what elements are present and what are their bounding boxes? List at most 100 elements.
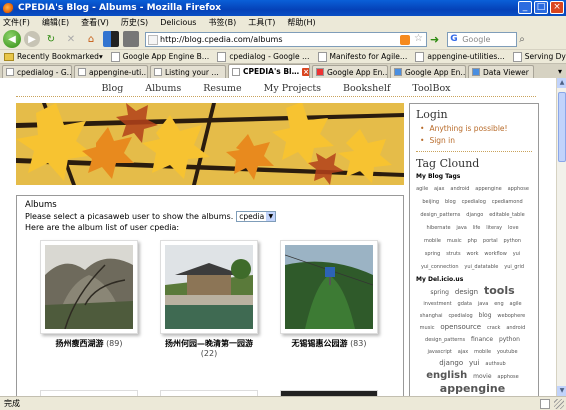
blog-tag-link[interactable]: music [447,238,462,244]
delicious-tag-link[interactable]: ajax [458,349,468,355]
minimize-button[interactable]: _ [518,1,532,14]
bookmark-item[interactable]: appengine-utilities… [415,51,505,62]
delicious-tag-link[interactable]: english [426,370,467,381]
delicious-tag-link[interactable]: spring [430,289,449,296]
delicious-tag-link[interactable]: django [439,359,463,367]
blog-tag-link[interactable]: yui_datatable [464,264,498,270]
menu-view[interactable]: 查看(V) [81,17,109,28]
scroll-up-icon[interactable]: ▲ [557,78,566,88]
delicious-tag-link[interactable]: tools [484,284,515,297]
blog-tag-link[interactable]: mobile [424,238,441,244]
delicious-tag-link[interactable]: movie [473,373,491,380]
blog-tag-link[interactable]: beijing [422,199,439,205]
bookmark-item[interactable]: Recently Bookmarked ▾ [4,52,103,61]
delicious-tag-link[interactable]: android [506,325,525,331]
bookmark-item[interactable]: Serving Dynamic Ima… [512,51,566,62]
delicious-tag-link[interactable]: opensource [440,323,481,331]
blog-tag-link[interactable]: cpediamond [492,199,523,205]
blog-tag-link[interactable]: work [466,251,478,257]
blog-tag-link[interactable]: ajax [434,186,444,192]
blog-tag-link[interactable]: hibernate [426,225,450,231]
blog-tag-link[interactable]: love [508,225,518,231]
tab[interactable]: appengine-uti… [74,65,148,78]
delicious-tag-link[interactable]: yui [469,359,480,367]
delicious-tag-link[interactable]: mobile [474,349,491,355]
nav-bookshelf[interactable]: Bookshelf [343,81,390,96]
delicious-tag-link[interactable]: javascript [427,349,451,355]
bookmark-star-icon[interactable]: ☆ [414,33,423,44]
delicious-tag-link[interactable]: blog [479,312,492,319]
delicious-tag-link[interactable]: apphose [497,374,518,380]
user-select[interactable]: cpedia ▼ [236,211,277,222]
blog-tag-link[interactable]: yui [513,251,521,257]
menu-file[interactable]: 文件(F) [3,17,30,28]
blog-tag-link[interactable]: spring [425,251,441,257]
list-all-tabs-icon[interactable]: ▾ [558,67,562,76]
nav-toolbox[interactable]: ToolBox [412,81,450,96]
menu-tools[interactable]: 工具(T) [248,17,275,28]
tab[interactable]: Google App En… [390,65,466,78]
delicious-tag-link[interactable]: shanghai [420,313,443,319]
nav-my-projects[interactable]: My Projects [264,81,321,96]
blog-tag-link[interactable]: struts [446,251,460,257]
album-card[interactable]: 无锡锡惠公园游 (83) [269,240,389,349]
go-arrow-icon[interactable]: ➜ [430,33,439,46]
maximize-button[interactable]: □ [534,1,548,14]
blog-tag-link[interactable]: java [456,225,466,231]
bookmark-item[interactable]: cpedialog - Google … [217,51,310,62]
delicious-tag-link[interactable]: investment [423,301,451,307]
blog-tag-link[interactable]: workflow [484,251,506,257]
search-icon[interactable]: ⌕ [519,34,525,45]
album-card[interactable]: 扬州何园—晚清第一园游 (22) [149,240,269,359]
scroll-down-icon[interactable]: ▼ [557,386,566,396]
rss-feed-icon[interactable] [400,34,410,45]
tab[interactable]: Listing your … [150,65,226,78]
album-title[interactable]: 无锡锡惠公园游 [292,339,348,348]
blog-tag-link[interactable]: yui_connection [421,264,459,270]
menu-bookmarks[interactable]: 书签(B) [208,17,236,28]
delicious-button[interactable] [103,31,119,47]
menu-history[interactable]: 历史(S) [121,17,148,28]
nav-resume[interactable]: Resume [203,81,241,96]
blog-tag-link[interactable]: literay [486,225,502,231]
delicious-tag-link[interactable]: eng [494,301,503,307]
blog-tag-link[interactable]: android [450,186,469,192]
blog-tag-link[interactable]: editable_table [489,212,524,218]
blog-tag-link[interactable]: blog [445,199,456,205]
delicious-tag-link[interactable]: design_patterns [425,337,465,343]
search-input[interactable]: G Google [447,31,518,47]
blog-tag-link[interactable]: php [468,238,478,244]
nav-blog[interactable]: Blog [101,81,123,96]
blog-tag-link[interactable]: yui_grid [504,264,524,270]
bookmark-item[interactable]: Manifesto for Agile… [317,51,407,62]
album-thumbnail[interactable] [40,240,138,334]
delicious-tag-link[interactable]: design [455,288,478,296]
album-thumbnail[interactable] [160,240,258,334]
delicious-tag-link[interactable]: java [478,301,488,307]
tab[interactable]: cpedialog - G… [2,65,72,78]
blog-tag-link[interactable]: cpedialog [462,199,486,205]
delicious-tag-link[interactable]: finance [471,336,493,343]
album-title[interactable]: 扬州何园—晚清第一园游 [165,339,253,348]
blog-tag-link[interactable]: apphose [508,186,529,192]
url-bar[interactable]: http://blog.cpedia.com/albums ☆ [145,31,427,47]
vertical-scrollbar[interactable]: ▲ ▼ [556,78,566,396]
tab[interactable]: Data Viewer [468,65,534,78]
close-window-button[interactable]: × [550,1,564,14]
delicious-tag-link[interactable]: music [420,325,435,331]
delicious-tag-link[interactable]: gdata [458,301,472,307]
menu-edit[interactable]: 编辑(E) [42,17,69,28]
menu-delicious[interactable]: Delicious [160,18,196,27]
close-tab-icon[interactable]: × [302,67,309,76]
tab-active[interactable]: CPEDIA's Bl… × [228,64,310,78]
blog-tag-link[interactable]: design_patterns [420,212,460,218]
album-title[interactable]: 扬州瘦西湖游 [56,339,104,348]
delicious-tag-link[interactable]: appengine [440,382,505,395]
back-button[interactable]: ◀ [3,30,21,48]
forward-button[interactable]: ▶ [24,31,40,47]
album-thumbnail[interactable] [280,240,378,334]
reload-button[interactable]: ↻ [43,31,59,47]
blog-tag-link[interactable]: agile [416,186,428,192]
tab[interactable]: Google App En… [312,65,388,78]
stop-button[interactable]: ✕ [63,31,79,47]
